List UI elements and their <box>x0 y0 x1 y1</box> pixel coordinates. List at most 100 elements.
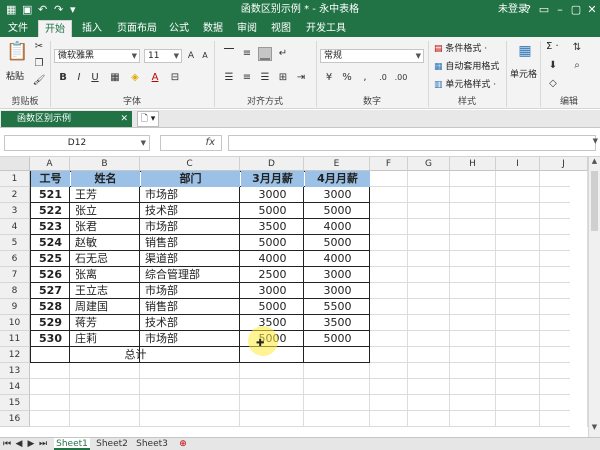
table-cell[interactable]: 市场部 <box>141 219 240 235</box>
scroll-up-icon[interactable]: ▲ <box>589 157 600 169</box>
table-cell[interactable]: 528 <box>31 299 70 315</box>
table-cell[interactable]: 综合管理部 <box>141 267 240 283</box>
strikethrough-icon[interactable]: ⊟ <box>168 71 182 85</box>
border-icon[interactable]: ▦ <box>108 71 122 85</box>
table-cell[interactable]: 524 <box>31 235 70 251</box>
row-header-16[interactable]: 16 <box>0 411 30 427</box>
bold-button[interactable]: B <box>56 71 70 85</box>
fill-color-icon[interactable]: ◈ <box>128 71 142 85</box>
font-name-select[interactable]: 微软雅黑 ▼ <box>54 49 140 63</box>
tab-formulas[interactable]: 公式 <box>164 20 194 37</box>
prev-sheet-icon[interactable]: ◀ <box>14 438 24 450</box>
table-cell[interactable]: 4000 <box>305 219 370 235</box>
table-cell[interactable]: 市场部 <box>141 331 240 347</box>
table-cell[interactable]: 3000 <box>305 267 370 283</box>
row-header-5[interactable]: 5 <box>0 235 30 251</box>
table-cell[interactable]: 3000 <box>241 283 304 299</box>
table-cell[interactable]: 5000 <box>305 331 370 347</box>
row-header-12[interactable]: 12 <box>0 347 30 363</box>
column-header-j[interactable]: J <box>540 157 588 171</box>
font-shrink-icon[interactable]: A <box>198 49 212 63</box>
auto-format-button[interactable]: ▦ 自动套用格式 <box>434 59 499 72</box>
row-header-1[interactable]: 1 <box>0 171 30 187</box>
find-icon[interactable]: ⌕ <box>570 59 584 73</box>
table-cell[interactable]: 蒋芳 <box>71 315 140 331</box>
help-button[interactable]: ? <box>520 0 536 20</box>
table-cell[interactable]: 销售部 <box>141 235 240 251</box>
tab-view[interactable]: 视图 <box>266 20 296 37</box>
table-cell[interactable]: 5500 <box>305 299 370 315</box>
paste-button[interactable]: 粘贴 <box>6 69 24 82</box>
table-cell[interactable]: 3000 <box>305 187 370 203</box>
row-header-10[interactable]: 10 <box>0 315 30 331</box>
font-color-icon[interactable]: A <box>148 71 162 85</box>
align-middle-icon[interactable]: ≡ <box>240 47 254 61</box>
column-header-b[interactable]: B <box>70 157 140 171</box>
copy-icon[interactable]: ❐ <box>32 57 46 71</box>
column-header-e[interactable]: E <box>304 157 370 171</box>
table-cell[interactable]: 王芳 <box>71 187 140 203</box>
table-cell[interactable]: 4000 <box>241 251 304 267</box>
spreadsheet-grid[interactable]: ABCDEFGHIJ 1 2 3 4 5 6 7 8 9 10 11 12 13 14 15 16 工号 姓名部… <box>0 157 600 437</box>
column-header-c[interactable]: C <box>140 157 240 171</box>
row-header-11[interactable]: 11 <box>0 331 30 347</box>
table-cell[interactable]: 521 <box>31 187 70 203</box>
table-cell[interactable]: 529 <box>31 315 70 331</box>
table-cell[interactable]: 523 <box>31 219 70 235</box>
table-cell[interactable]: 渠道部 <box>141 251 240 267</box>
next-sheet-icon[interactable]: ▶ <box>26 438 36 450</box>
table-cell[interactable]: 5000 <box>241 203 304 219</box>
fill-icon[interactable]: ⬇ <box>546 59 560 73</box>
font-grow-icon[interactable]: A <box>184 49 198 63</box>
table-cell[interactable]: 赵敏 <box>71 235 140 251</box>
table-cell[interactable]: 525 <box>31 251 70 267</box>
wrap-text-icon[interactable]: ↵ <box>276 47 290 61</box>
last-sheet-icon[interactable]: ⏭ <box>38 438 48 450</box>
sort-filter-icon[interactable]: ⇅ <box>570 41 584 55</box>
table-cell[interactable]: 石无忌 <box>71 251 140 267</box>
header-cell[interactable]: 姓名 <box>71 171 140 187</box>
align-right-icon[interactable]: ☰ <box>258 71 272 85</box>
table-cell[interactable]: 522 <box>31 203 70 219</box>
row-header-3[interactable]: 3 <box>0 203 30 219</box>
document-tab[interactable]: 函数区别示例 ✕ <box>1 111 132 127</box>
tab-review[interactable]: 审阅 <box>232 20 262 37</box>
formula-input[interactable] <box>228 135 596 151</box>
table-cell[interactable]: 3000 <box>241 187 304 203</box>
autosum-button[interactable]: Σ · <box>546 41 559 52</box>
row-header-9[interactable]: 9 <box>0 299 30 315</box>
table-cell[interactable]: 张立 <box>71 203 140 219</box>
clear-icon[interactable]: ◇ <box>546 77 560 91</box>
header-cell[interactable]: 4月月薪 <box>305 171 370 187</box>
header-cell[interactable]: 部门 <box>141 171 240 187</box>
underline-button[interactable]: U <box>88 71 102 85</box>
cells-icon[interactable]: ▦ <box>514 43 536 59</box>
tab-page-layout[interactable]: 页面布局 <box>112 20 162 37</box>
tab-data[interactable]: 数据 <box>198 20 228 37</box>
italic-button[interactable]: I <box>72 71 86 85</box>
total-label-cell[interactable]: 总计 <box>31 347 240 363</box>
table-cell[interactable]: 市场部 <box>141 283 240 299</box>
maximize-button[interactable]: ▢ <box>568 0 584 20</box>
table-cell[interactable]: 技术部 <box>141 203 240 219</box>
row-header-8[interactable]: 8 <box>0 283 30 299</box>
row-header-13[interactable]: 13 <box>0 363 30 379</box>
indent-icon[interactable]: ⇥ <box>294 71 308 85</box>
align-center-icon[interactable]: ≡ <box>240 71 254 85</box>
increase-decimal-icon[interactable]: .0 <box>376 71 390 85</box>
row-header-4[interactable]: 4 <box>0 219 30 235</box>
currency-button[interactable]: ¥ <box>322 71 336 85</box>
paste-icon[interactable]: 📋 <box>6 41 28 69</box>
table-cell[interactable]: 527 <box>31 283 70 299</box>
column-header-f[interactable]: F <box>370 157 408 171</box>
conditional-format-button[interactable]: ▤ 条件格式 · <box>434 41 487 54</box>
format-painter-icon[interactable]: 🖌 <box>32 74 46 88</box>
cell-style-button[interactable]: ▥ 单元格样式 · <box>434 77 496 90</box>
row-header-2[interactable]: 2 <box>0 187 30 203</box>
column-header-i[interactable]: I <box>496 157 540 171</box>
align-left-icon[interactable]: ☰ <box>222 71 236 85</box>
table-cell[interactable]: 市场部 <box>141 187 240 203</box>
tab-developer[interactable]: 开发工具 <box>302 20 350 37</box>
sheet-tab-3[interactable]: Sheet3 <box>134 438 170 450</box>
table-cell[interactable]: 销售部 <box>141 299 240 315</box>
